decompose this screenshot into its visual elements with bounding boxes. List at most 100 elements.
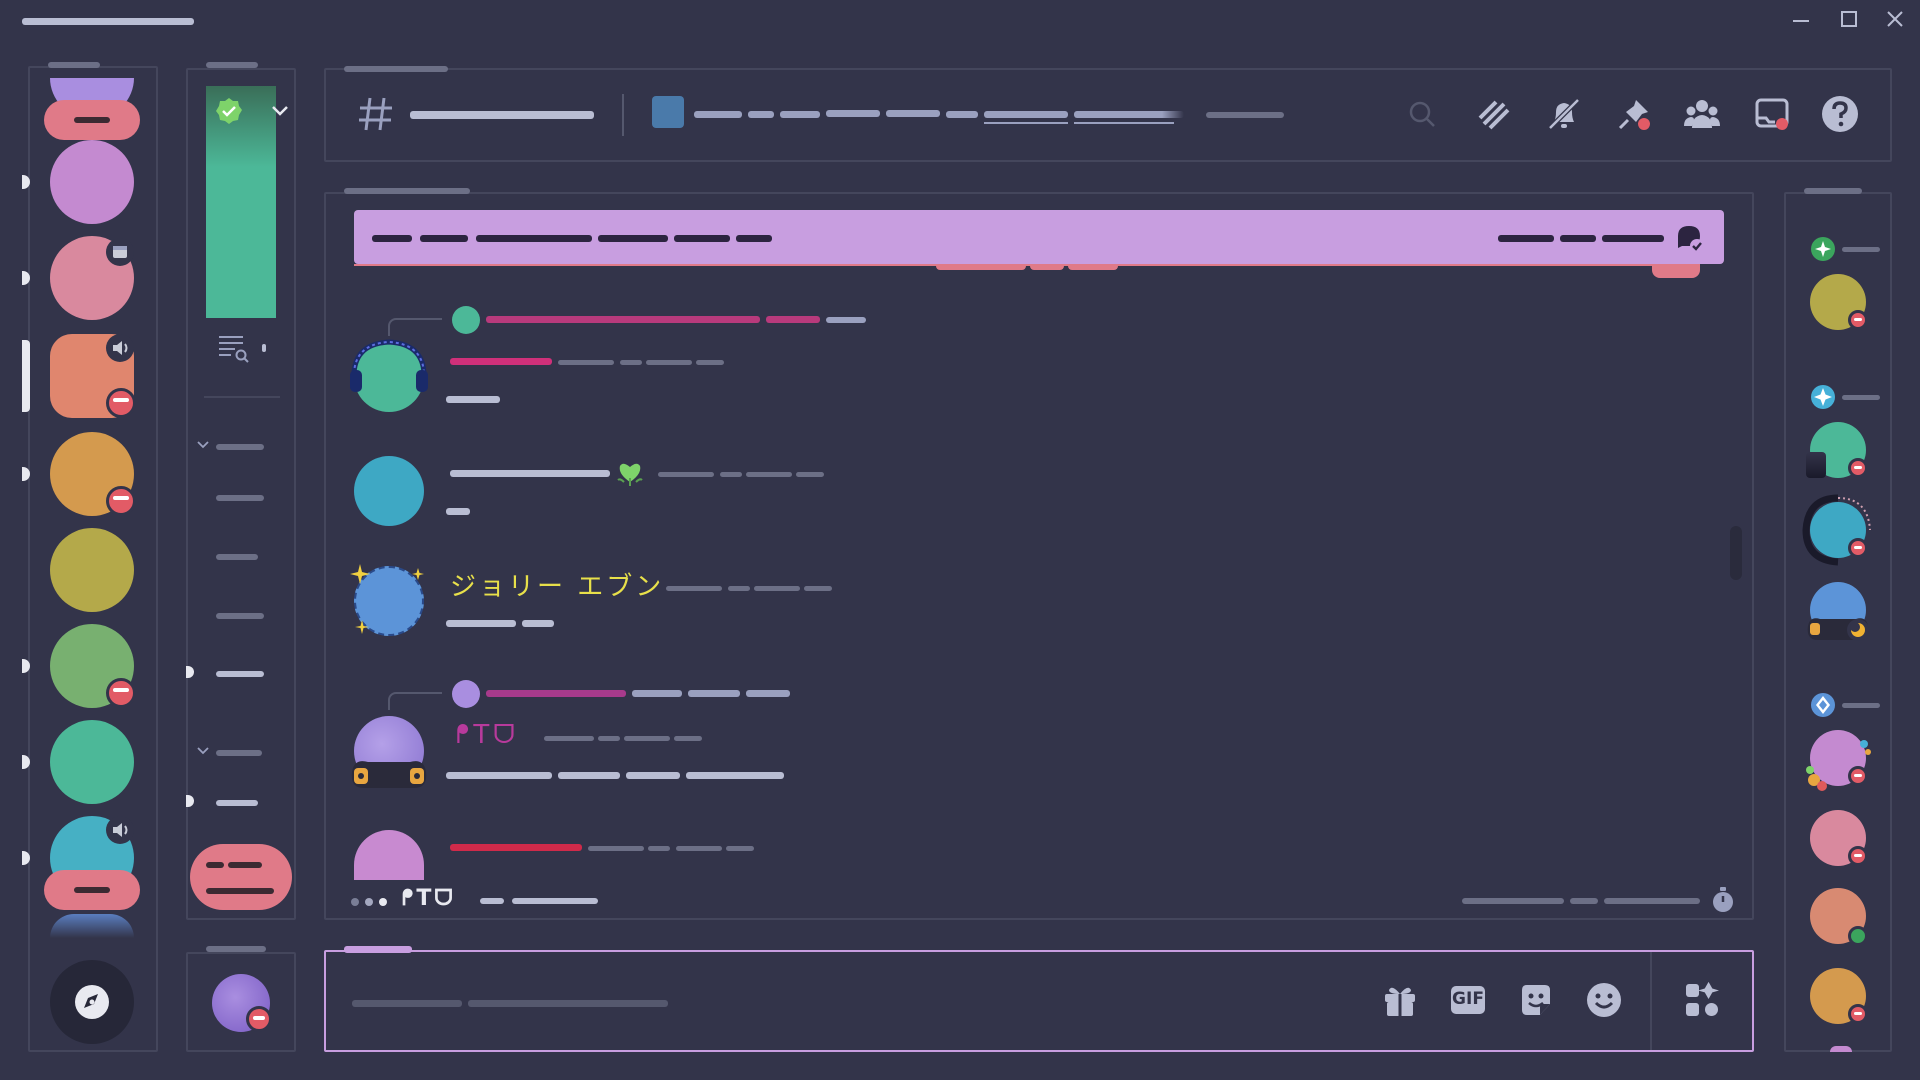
- apps-icon[interactable]: [1682, 980, 1722, 1020]
- category-name[interactable]: [216, 444, 264, 450]
- channel-topic-link[interactable]: [1074, 111, 1184, 118]
- message-timestamp: [620, 360, 642, 365]
- category-chevron-icon[interactable]: [196, 438, 210, 452]
- dnd-status-icon: [1848, 766, 1868, 786]
- mention-badge-label: [74, 117, 110, 123]
- avatar-decoration: [1806, 452, 1826, 478]
- dnd-status-icon: [246, 1006, 272, 1032]
- message-timestamp: [796, 472, 824, 477]
- speaker-icon: [106, 334, 134, 362]
- pin-icon[interactable]: [1614, 94, 1654, 134]
- server-icon[interactable]: [50, 140, 134, 224]
- reply-preview: [632, 690, 682, 697]
- message-timestamp: [646, 360, 692, 365]
- banner-action[interactable]: [1560, 235, 1596, 242]
- message-content: [446, 620, 516, 627]
- channel-item[interactable]: [216, 495, 264, 501]
- help-icon[interactable]: [1820, 94, 1860, 134]
- new-mentions-button[interactable]: [190, 844, 292, 910]
- inbox-icon[interactable]: [1752, 94, 1792, 134]
- server-icon[interactable]: [50, 528, 134, 612]
- browse-channels-icon[interactable]: [216, 332, 252, 364]
- dnd-status-icon: [106, 388, 136, 418]
- chat-scrollbar[interactable]: [1730, 526, 1742, 580]
- channel-item[interactable]: [216, 554, 258, 560]
- channel-name: [410, 111, 594, 119]
- message-content: [446, 772, 552, 779]
- mark-read-icon[interactable]: [1674, 222, 1706, 254]
- reply-connector: [388, 318, 442, 336]
- message-author[interactable]: [450, 470, 610, 477]
- channel-item[interactable]: [216, 800, 258, 806]
- notifications-muted-icon[interactable]: [1544, 94, 1584, 134]
- divider: [204, 396, 280, 398]
- new-mentions-label: [206, 888, 274, 894]
- slowmode-text: [1462, 898, 1564, 904]
- search-icon[interactable]: [1402, 94, 1442, 134]
- stopwatch-icon: [1710, 886, 1736, 914]
- banner-text: [420, 235, 468, 242]
- message-timestamp: [598, 736, 620, 741]
- channel-item[interactable]: [216, 671, 264, 677]
- avatar-decoration-icon: [348, 336, 430, 396]
- server-icon[interactable]: [50, 720, 134, 804]
- category-name[interactable]: [216, 750, 262, 756]
- banner-action[interactable]: [1498, 235, 1554, 242]
- calendar-icon: [106, 238, 134, 266]
- banner-text: [476, 235, 592, 242]
- typing-text: [512, 898, 598, 904]
- threads-icon[interactable]: [1474, 94, 1514, 134]
- topic-link-underline: [1074, 122, 1174, 124]
- message-timestamp: [588, 846, 644, 851]
- gift-icon[interactable]: [1380, 980, 1420, 1020]
- category-chevron-icon[interactable]: [196, 744, 210, 758]
- new-mentions-label: [228, 862, 262, 868]
- emoji-icon[interactable]: [1584, 980, 1624, 1020]
- role-header: [1842, 247, 1880, 252]
- controller-decoration-icon: [348, 752, 430, 794]
- dnd-status-icon: [1848, 458, 1868, 478]
- member-list-icon[interactable]: [1682, 94, 1722, 134]
- message-author[interactable]: [450, 844, 582, 851]
- compass-icon: [72, 982, 112, 1022]
- message-timestamp: [558, 360, 614, 365]
- reply-author: [766, 316, 820, 323]
- reply-author: [486, 316, 760, 323]
- speaker-icon: [106, 816, 134, 844]
- banner-tab: [1652, 262, 1700, 278]
- message-timestamp: [728, 586, 750, 591]
- message-content: [446, 396, 500, 403]
- chevron-down-icon[interactable]: [268, 98, 292, 122]
- idle-moon-icon: [1846, 618, 1870, 642]
- dnd-status-icon: [106, 678, 136, 708]
- message-timestamp: [720, 472, 742, 477]
- channel-topic-link[interactable]: [984, 111, 1068, 118]
- composer-placeholder: [468, 1000, 668, 1007]
- message-author[interactable]: ᖰTᗜ: [456, 720, 519, 751]
- sticker-icon[interactable]: [1516, 980, 1556, 1020]
- message-timestamp: [754, 586, 800, 591]
- composer-label: [344, 946, 412, 953]
- maximize-icon[interactable]: [1838, 8, 1860, 30]
- message-author[interactable]: ジョリー エブン: [450, 566, 664, 603]
- dnd-status-icon: [106, 486, 136, 516]
- mention-badge-label: [74, 887, 110, 893]
- typing-user: ᖰTᗜ: [402, 886, 456, 911]
- slowmode-text: [1604, 898, 1700, 904]
- channel-sidebar-header: [206, 62, 258, 68]
- message-author[interactable]: [450, 358, 552, 365]
- dnd-status-icon: [1848, 846, 1868, 866]
- message-content: [446, 508, 470, 515]
- server-icon[interactable]: [50, 914, 134, 938]
- close-icon[interactable]: [1884, 8, 1906, 30]
- typing-dots-icon: [348, 894, 392, 910]
- banner-action[interactable]: [1602, 235, 1664, 242]
- slowmode-text: [1570, 898, 1598, 904]
- channel-item[interactable]: [216, 613, 264, 619]
- banner-text: [674, 235, 730, 242]
- topic-link-underline: [984, 122, 1068, 124]
- message-content: [626, 772, 680, 779]
- member-avatar[interactable]: [1830, 1046, 1852, 1052]
- minimize-icon[interactable]: [1790, 10, 1812, 32]
- user-avatar[interactable]: [354, 456, 424, 526]
